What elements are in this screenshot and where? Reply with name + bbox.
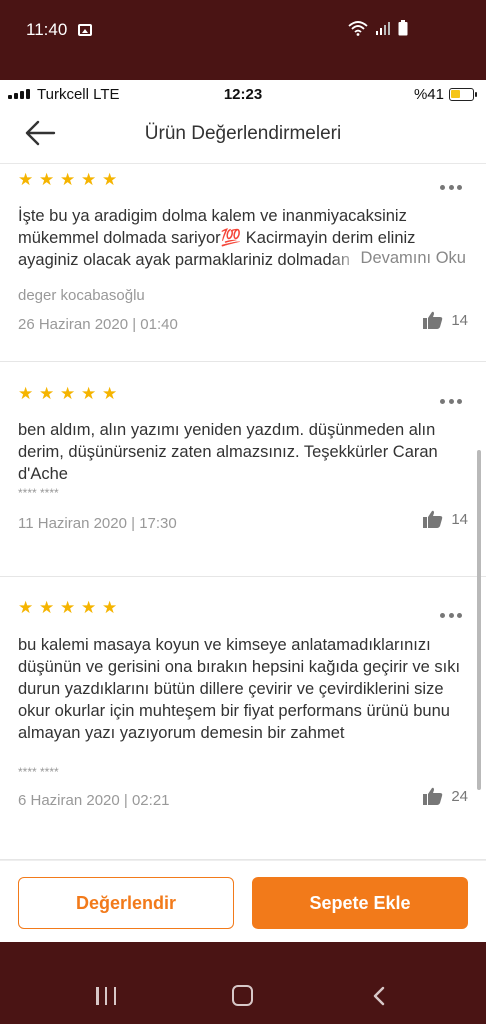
recents-icon[interactable] bbox=[96, 987, 116, 1005]
star-rating: ★ ★ ★ ★ ★ bbox=[18, 170, 118, 189]
battery-icon bbox=[398, 20, 408, 36]
star-icon: ★ bbox=[102, 170, 118, 189]
review-item: ★ ★ ★ ★ ★ ben aldım, alın yazımı yeniden… bbox=[0, 362, 486, 577]
star-icon: ★ bbox=[18, 598, 34, 617]
bottom-action-bar: Değerlendir Sepete Ekle bbox=[0, 860, 486, 942]
thumbs-up-icon bbox=[423, 510, 443, 528]
star-icon: ★ bbox=[60, 170, 76, 189]
scrollbar[interactable] bbox=[477, 450, 481, 790]
review-author: deger kocabasoğlu bbox=[18, 287, 145, 304]
ios-status-bar: Turkcell LTE 12:23 %41 bbox=[0, 80, 486, 108]
star-icon: ★ bbox=[81, 170, 97, 189]
app-screen: Turkcell LTE 12:23 %41 Ürün Değerlendirm… bbox=[0, 80, 486, 942]
star-icon: ★ bbox=[18, 384, 34, 403]
add-to-cart-button[interactable]: Sepete Ekle bbox=[252, 877, 468, 929]
android-status-icons bbox=[348, 20, 408, 36]
like-button[interactable]: 14 bbox=[423, 510, 468, 528]
page-title: Ürün Değerlendirmeleri bbox=[144, 123, 342, 144]
star-icon: ★ bbox=[39, 170, 55, 189]
thumbs-up-icon bbox=[423, 787, 443, 805]
star-icon: ★ bbox=[39, 598, 55, 617]
star-icon: ★ bbox=[81, 384, 97, 403]
home-icon[interactable] bbox=[232, 985, 253, 1006]
like-count: 14 bbox=[451, 510, 468, 528]
more-options-icon[interactable] bbox=[440, 397, 462, 405]
star-icon: ★ bbox=[39, 384, 55, 403]
review-author: **** **** bbox=[18, 486, 59, 500]
back-nav-icon[interactable] bbox=[370, 986, 388, 1006]
like-button[interactable]: 14 bbox=[423, 311, 468, 329]
review-date: 6 Haziran 2020 | 02:21 bbox=[18, 792, 170, 809]
review-item: ★ ★ ★ ★ ★ bu kalemi masaya koyun ve kims… bbox=[0, 577, 486, 860]
review-item: ★ ★ ★ ★ ★ İşte bu ya aradigim dolma kale… bbox=[0, 165, 486, 362]
review-author: **** **** bbox=[18, 765, 59, 779]
review-text: ben aldım, alın yazımı yeniden yazdım. d… bbox=[18, 421, 438, 483]
star-icon: ★ bbox=[60, 384, 76, 403]
like-button[interactable]: 24 bbox=[423, 787, 468, 805]
battery-percentage: %41 bbox=[413, 86, 444, 103]
review-date: 11 Haziran 2020 | 17:30 bbox=[18, 515, 177, 532]
ios-battery-icon bbox=[449, 88, 477, 101]
image-notification-icon bbox=[78, 24, 92, 36]
review-text: bu kalemi masaya koyun ve kimseye anlata… bbox=[18, 636, 461, 742]
android-status-bar: 11:40 bbox=[0, 0, 486, 80]
star-rating: ★ ★ ★ ★ ★ bbox=[18, 598, 118, 617]
thumbs-up-icon bbox=[423, 311, 443, 329]
reviews-list[interactable]: ★ ★ ★ ★ ★ İşte bu ya aradigim dolma kale… bbox=[0, 165, 486, 860]
more-options-icon[interactable] bbox=[440, 183, 462, 191]
like-count: 14 bbox=[451, 311, 468, 329]
star-icon: ★ bbox=[81, 598, 97, 617]
star-icon: ★ bbox=[102, 384, 118, 403]
android-clock: 11:40 bbox=[26, 20, 68, 39]
read-more-link[interactable]: Devamını Oku bbox=[330, 249, 466, 268]
android-nav-bar bbox=[0, 942, 486, 1024]
review-date: 26 Haziran 2020 | 01:40 bbox=[18, 316, 178, 333]
more-options-icon[interactable] bbox=[440, 611, 462, 619]
star-icon: ★ bbox=[102, 598, 118, 617]
star-rating: ★ ★ ★ ★ ★ bbox=[18, 384, 118, 403]
star-icon: ★ bbox=[18, 170, 34, 189]
app-header: Ürün Değerlendirmeleri bbox=[0, 108, 486, 164]
wifi-icon bbox=[348, 21, 368, 36]
rate-button[interactable]: Değerlendir bbox=[18, 877, 234, 929]
cell-signal-icon bbox=[376, 22, 390, 35]
like-count: 24 bbox=[451, 787, 468, 805]
star-icon: ★ bbox=[60, 598, 76, 617]
